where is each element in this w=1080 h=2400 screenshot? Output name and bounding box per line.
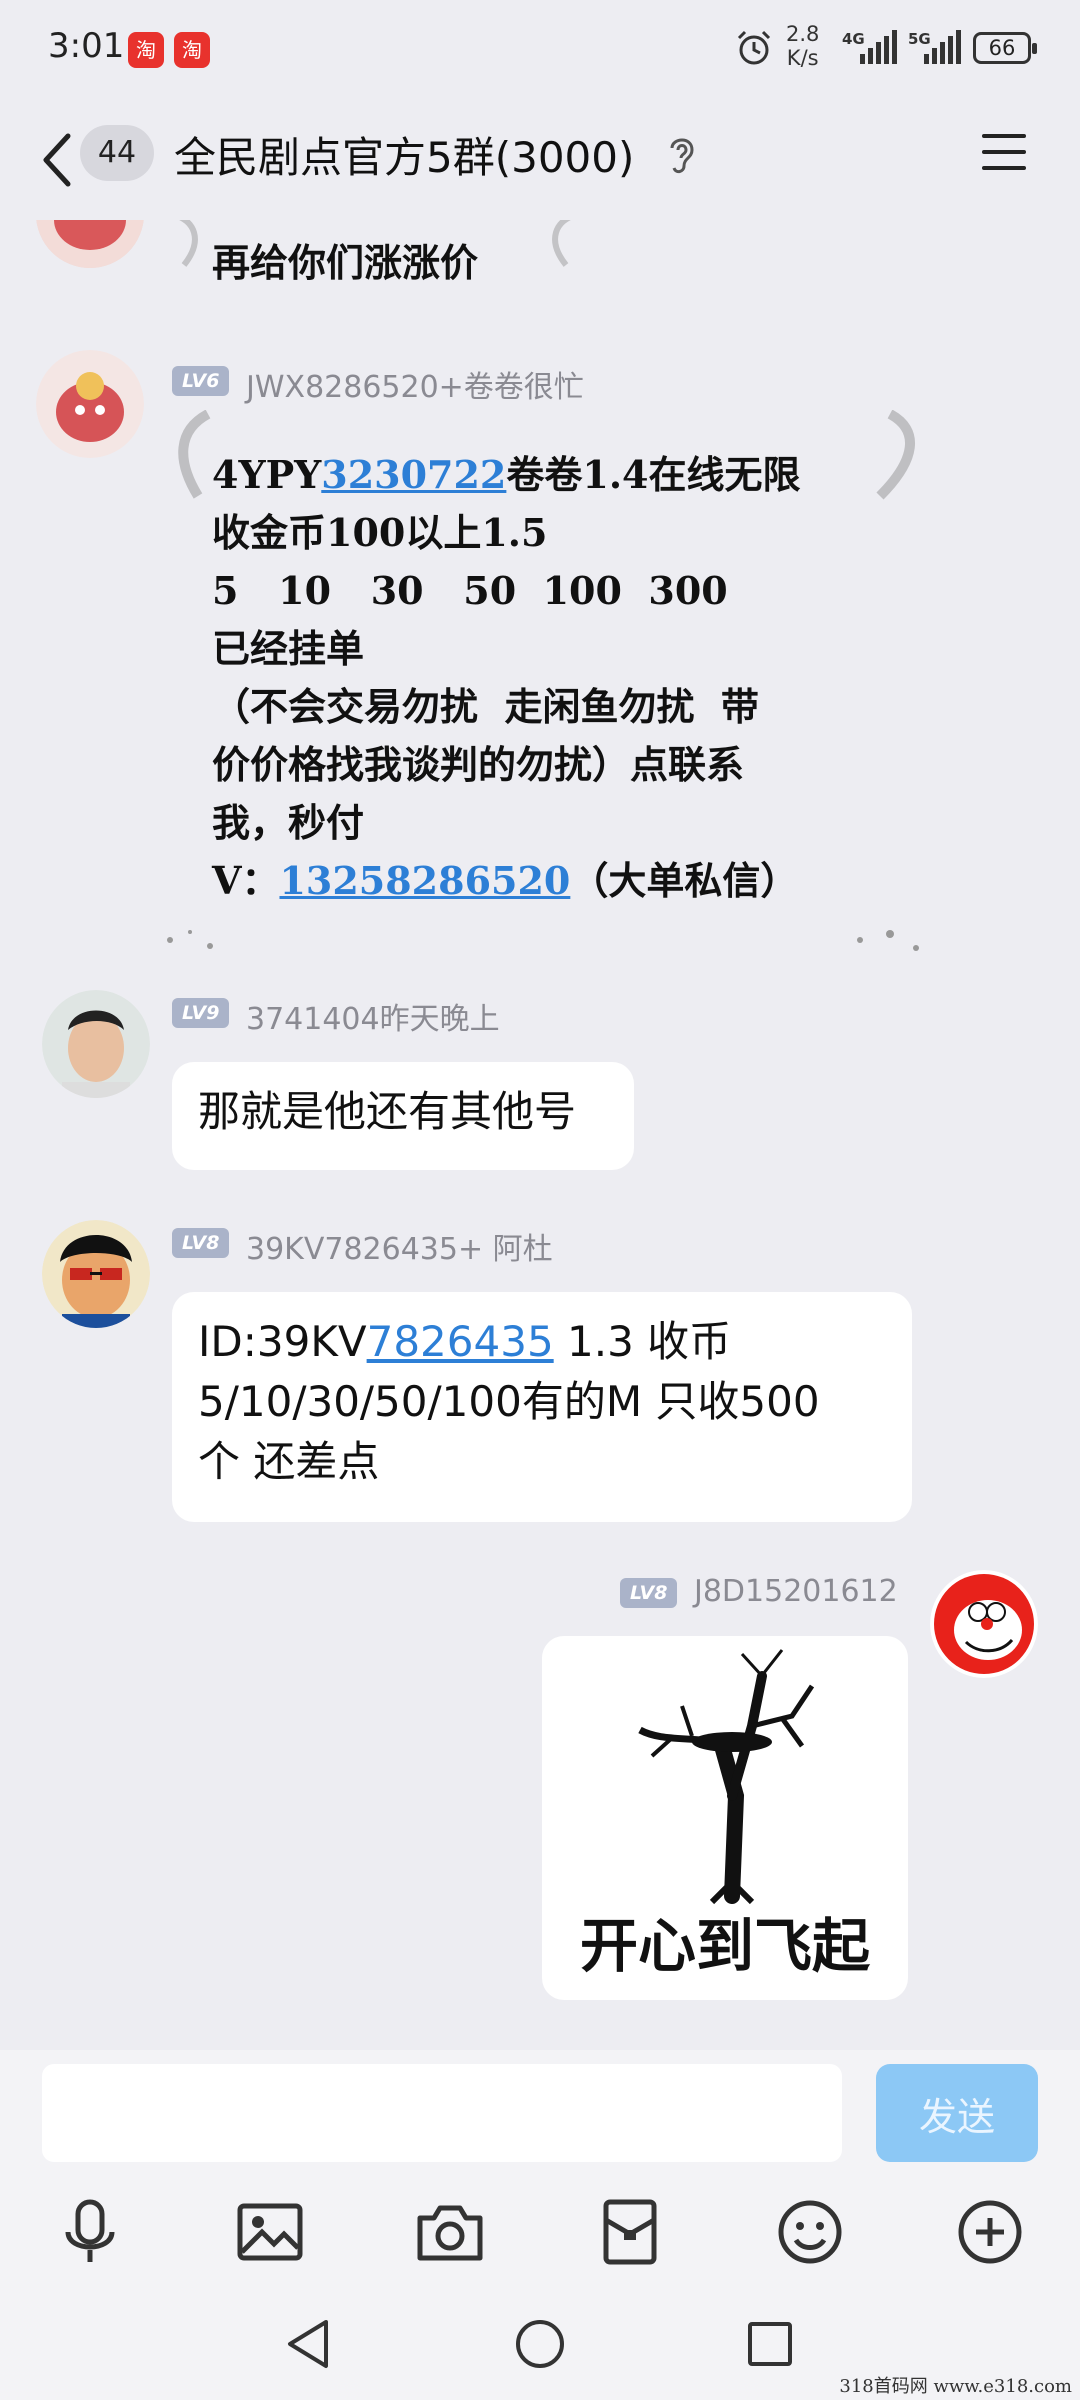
level-badge: LV8 xyxy=(620,1578,678,1608)
sticker-message[interactable]: 开心到飞起 xyxy=(542,1636,908,2000)
level-badge: LV9 xyxy=(172,998,230,1028)
ink-decoration xyxy=(167,930,213,949)
signal-strength-icon xyxy=(860,30,897,64)
emoji-icon[interactable] xyxy=(774,2196,846,2268)
message-line: 个 还差点 xyxy=(198,1437,380,1486)
menu-icon[interactable] xyxy=(980,130,1028,174)
battery-indicator: 66 xyxy=(973,32,1037,64)
sender-name[interactable]: 39KV7826435+ 阿杜 xyxy=(246,1224,553,1268)
message-line: 5/10/30/50/100有的M 只收500 xyxy=(198,1377,820,1426)
message-input[interactable] xyxy=(42,2064,842,2162)
send-button[interactable]: 发送 xyxy=(876,2064,1038,2162)
taobao-notification-icon: 淘 xyxy=(174,32,210,68)
camera-icon[interactable] xyxy=(414,2196,486,2268)
message-bubble[interactable]: 那就是他还有其他号 xyxy=(172,1062,634,1170)
unread-count-badge[interactable]: 44 xyxy=(80,125,154,181)
ink-decoration xyxy=(876,410,915,500)
taobao-notification-icon: 淘 xyxy=(128,32,164,68)
sender-name[interactable]: JWX8286520+卷卷很忙 xyxy=(246,362,584,406)
avatar[interactable] xyxy=(42,990,150,1098)
phone-link[interactable]: 13258286520 xyxy=(279,858,570,903)
chat-header: 44 全民剧点官方5群(3000) xyxy=(0,100,1080,220)
number-link[interactable]: 3230722 xyxy=(321,452,506,497)
ink-decoration xyxy=(552,220,571,267)
input-area: 发送 318首码网 www.e318.com xyxy=(0,2050,1080,2400)
level-badge: LV6 xyxy=(172,366,230,396)
back-arrow-icon[interactable] xyxy=(36,130,76,190)
avatar[interactable] xyxy=(36,220,144,268)
message-line: 4YPY3230722卷卷1.4在线无限 xyxy=(212,452,801,497)
nav-home-icon[interactable] xyxy=(510,2314,570,2374)
message-line: （不会交易勿扰 走闲鱼勿扰 带 xyxy=(212,684,759,729)
avatar[interactable] xyxy=(930,1570,1038,1678)
red-packet-icon[interactable] xyxy=(594,2196,666,2268)
tree-sticker-image xyxy=(638,1649,815,1905)
ear-icon xyxy=(670,138,694,174)
group-title[interactable]: 全民剧点官方5群(3000) xyxy=(174,124,634,185)
sticker-caption: 开心到飞起 xyxy=(579,1912,870,1980)
sender-name[interactable]: 3741404昨天晚上 xyxy=(246,994,500,1038)
message-line: 价价格找我谈判的勿扰）点联系 xyxy=(212,742,745,787)
status-bar: 3:01 淘 淘 2.8 K/s 4G 5G 66 xyxy=(0,0,1080,100)
message-line: 5 10 30 50 100 300 xyxy=(212,568,728,613)
message-line: 我，秒付 xyxy=(212,800,365,845)
nav-recents-icon[interactable] xyxy=(740,2314,800,2374)
sender-name[interactable]: J8D15201612 xyxy=(694,1574,898,1609)
avatar[interactable] xyxy=(36,350,144,458)
level-badge: LV8 xyxy=(172,1228,230,1258)
ink-decoration xyxy=(857,930,919,951)
alarm-icon xyxy=(737,30,771,65)
message-line: 收金币100以上1.5 xyxy=(212,510,548,555)
image-icon[interactable] xyxy=(234,2196,306,2268)
message-line: 已经挂单 xyxy=(212,626,365,671)
microphone-icon[interactable] xyxy=(54,2196,126,2268)
message-text: 再给你们涨涨价 xyxy=(212,240,479,285)
message-list[interactable]: 再给你们涨涨价 LV6 JWX8286520+卷卷很忙 4YPY3230722卷… xyxy=(0,220,1080,2050)
signal-strength-icon xyxy=(924,30,961,64)
number-link[interactable]: 7826435 xyxy=(367,1317,554,1366)
nav-back-icon[interactable] xyxy=(280,2314,340,2374)
status-time: 3:01 xyxy=(48,26,125,66)
net-speed: 2.8 K/s xyxy=(786,22,820,70)
message-bubble[interactable]: ID:39KV7826435 1.3 收币 5/10/30/50/100有的M … xyxy=(172,1292,912,1522)
message-line: ID:39KV7826435 1.3 收币 xyxy=(198,1317,732,1366)
ink-decoration xyxy=(179,220,198,267)
message-text: 那就是他还有其他号 xyxy=(198,1087,577,1136)
message-line: V：13258286520（大单私信） xyxy=(212,858,799,903)
avatar[interactable] xyxy=(42,1220,150,1328)
add-icon[interactable] xyxy=(954,2196,1026,2268)
watermark: 318首码网 www.e318.com xyxy=(839,2376,1072,2397)
